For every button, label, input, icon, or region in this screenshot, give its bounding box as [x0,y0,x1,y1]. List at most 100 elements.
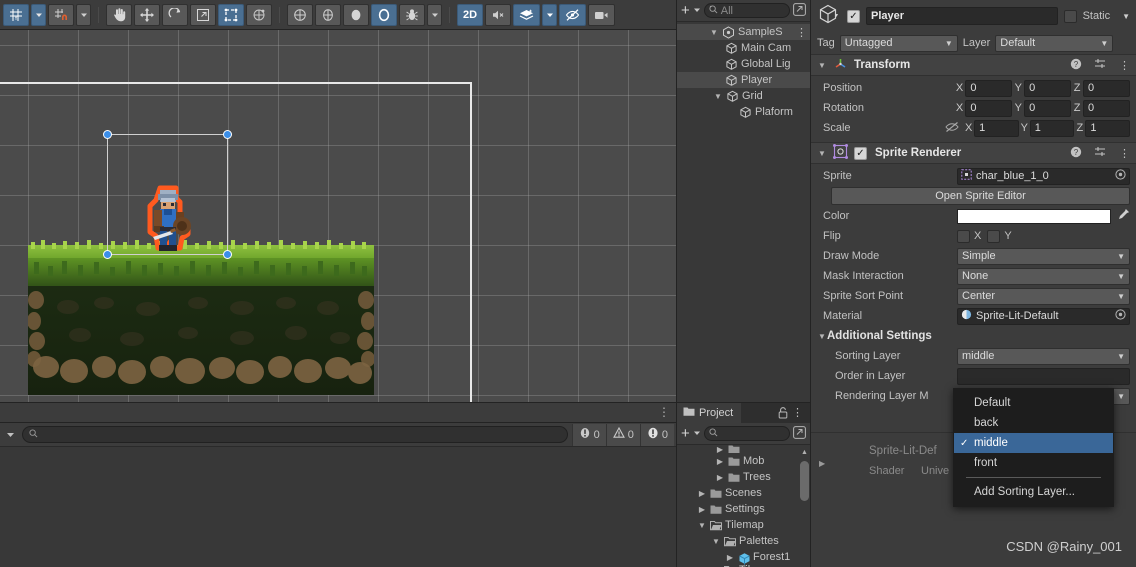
component-menu-kebab-icon[interactable]: ⋮ [1119,59,1130,72]
chevron-right-icon[interactable]: ▶ [697,489,707,498]
project-menu-kebab-icon[interactable]: ⋮ [792,406,803,419]
hierarchy-item-grid[interactable]: ▼ Grid [677,88,810,104]
position-y-input[interactable]: 0 [1024,79,1072,97]
popup-option-back[interactable]: back [954,413,1113,433]
gameobject-name-input[interactable]: Player [866,7,1058,25]
project-add-button[interactable]: + [681,426,690,441]
hierarchy-item-global-light[interactable]: Global Lig [677,56,810,72]
popup-option-default[interactable]: Default [954,393,1113,413]
additional-settings-header[interactable]: ▼ Additional Settings [811,326,1136,346]
console-warning-count[interactable]: 0 [605,423,640,446]
chevron-right-icon[interactable]: ▶ [697,505,707,514]
chevron-down-icon[interactable]: ▼ [817,332,827,341]
sprite-sort-point-dropdown[interactable]: Center ▼ [957,287,1130,305]
chevron-right-icon[interactable]: ▶ [725,553,735,562]
project-item-trees[interactable]: ▶ Trees [677,469,810,485]
hand-tool[interactable] [106,3,132,26]
console-message-list[interactable] [0,447,676,567]
hierarchy-item-player[interactable]: Player [677,72,810,88]
handle-rotation-toggle[interactable] [315,3,341,26]
mode-2d-toggle[interactable]: 2D [457,3,484,26]
project-add-dropdown-icon[interactable] [693,428,701,440]
static-dropdown-icon[interactable]: ▼ [1122,12,1130,21]
audio-toggle[interactable] [485,3,512,26]
rotation-z-input[interactable]: 0 [1082,99,1130,117]
resize-handle-br[interactable] [223,250,232,259]
chevron-down-icon[interactable]: ▼ [817,61,827,70]
scale-z-input[interactable]: 1 [1085,119,1130,137]
shading-mode[interactable] [343,3,369,26]
open-sprite-editor-button[interactable]: Open Sprite Editor [831,187,1130,205]
popup-option-front[interactable]: front [954,453,1113,473]
sprite-object-field[interactable]: char_blue_1_0 [957,167,1130,185]
project-search-input[interactable] [703,426,790,441]
pivot-toggle[interactable] [287,3,313,26]
gameobject-icon[interactable] [817,3,841,30]
chevron-down-icon[interactable]: ▼ [713,92,723,101]
grid-snap-dropdown[interactable] [76,3,91,26]
scene-debug-dropdown[interactable] [427,3,442,26]
console-menu-kebab-icon[interactable]: ⋮ [658,406,670,418]
resize-handle-tl[interactable] [103,130,112,139]
project-item-settings[interactable]: ▶ Settings [677,501,810,517]
sprite-renderer-enabled-checkbox[interactable]: ✓ [854,146,867,160]
popup-option-middle[interactable]: ✓ middle [954,433,1113,453]
material-object-field[interactable]: Sprite-Lit-Default [957,307,1130,325]
scale-y-input[interactable]: 1 [1029,119,1075,137]
effects-dropdown[interactable] [542,3,558,26]
scene-kebab-icon[interactable]: ⋮ [796,26,807,39]
color-swatch[interactable] [957,208,1111,224]
scene-visibility-toggle[interactable] [559,3,587,26]
console-search-input[interactable] [22,426,568,443]
constrain-proportions-icon[interactable] [945,121,959,136]
position-z-input[interactable]: 0 [1082,79,1130,97]
sprite-renderer-component-header[interactable]: ▼ ✓ Sprite Renderer ? ⋮ [811,142,1136,164]
grid-snapping-toggle[interactable]: Y [3,3,29,26]
mask-interaction-dropdown[interactable]: None ▼ [957,267,1130,285]
tag-dropdown[interactable]: Untagged ▼ [839,34,958,52]
help-icon[interactable]: ? [1070,146,1082,161]
rotation-x-input[interactable]: 0 [965,99,1013,117]
material-foldout-icon[interactable]: ▶ [819,459,825,468]
scroll-up-arrow[interactable]: ▲ [800,449,809,456]
project-item-forest1[interactable]: ▶ Forest1 [677,549,810,565]
lock-icon[interactable] [778,407,788,422]
project-search-expand-icon[interactable] [793,425,806,442]
layer-dropdown[interactable]: Default ▼ [995,34,1114,52]
eyedropper-icon[interactable] [1117,208,1130,224]
chevron-right-icon[interactable]: ▶ [715,457,725,466]
hierarchy-item-samplescene[interactable]: ▼ SampleS ⋮ [677,24,810,40]
draw-mode-dropdown[interactable]: Simple ▼ [957,247,1130,265]
project-item-scenes[interactable]: ▶ Scenes [677,485,810,501]
gameobject-enabled-checkbox[interactable]: ✓ [847,9,860,23]
wireframe-mode[interactable] [371,3,397,26]
chevron-right-icon[interactable]: ▶ [715,473,725,482]
component-menu-kebab-icon[interactable]: ⋮ [1119,147,1130,160]
project-item-tilemap[interactable]: ▼ Tilemap [677,517,810,533]
grid-snap-increment[interactable] [48,3,74,26]
resize-handle-tr[interactable] [223,130,232,139]
sorting-layer-popup-menu[interactable]: Default back ✓ middle front Add Sorting … [953,388,1114,507]
hierarchy-search-expand-icon[interactable] [793,2,806,19]
hierarchy-search-input[interactable]: All [703,3,790,18]
move-tool[interactable] [134,3,160,26]
console-log-count[interactable]: 0 [571,423,606,446]
chevron-down-icon[interactable]: ▼ [709,28,719,37]
rotation-y-input[interactable]: 0 [1024,99,1072,117]
console-error-count[interactable]: 0 [639,423,674,446]
chevron-down-icon[interactable]: ▼ [697,521,707,530]
project-item-mob[interactable]: ▶ Mob [677,453,810,469]
object-picker-icon[interactable] [1115,169,1126,183]
flip-y-checkbox[interactable] [987,229,1001,243]
object-picker-icon[interactable] [1115,309,1126,323]
hierarchy-add-button[interactable]: + [681,3,690,18]
static-checkbox[interactable] [1063,9,1077,23]
rect-tool[interactable] [218,3,244,26]
transform-tool[interactable] [246,3,272,26]
chevron-down-icon[interactable]: ▼ [817,149,827,158]
camera-settings[interactable] [588,3,616,26]
scene-debug[interactable] [399,3,425,26]
sorting-layer-dropdown[interactable]: middle ▼ [957,347,1130,365]
effects-toggle[interactable] [513,3,541,26]
preset-icon[interactable] [1094,145,1107,161]
